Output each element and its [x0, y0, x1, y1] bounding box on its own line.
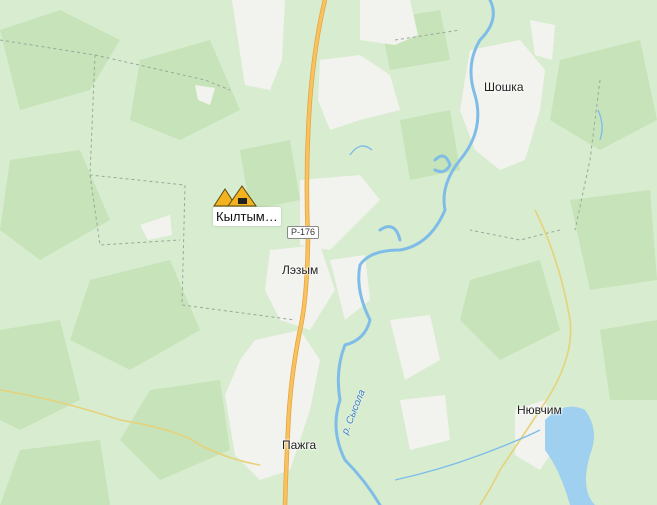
settlement-label-pazhga[interactable]: Пажга — [282, 438, 316, 452]
road-number-shield: Р-176 — [287, 226, 320, 239]
settlement-label-lezym[interactable]: Лэзым — [282, 263, 318, 277]
lake — [545, 406, 595, 505]
settlement-label-shoshka[interactable]: Шошка — [484, 80, 524, 94]
map-base-layer — [0, 0, 657, 505]
settlement-label-nyuvchim[interactable]: Нювчим — [517, 403, 562, 417]
map-canvas[interactable]: Р-176 Кылтым… Шошка Лэзым Пажга Нювчим р… — [0, 0, 657, 505]
poi-label[interactable]: Кылтым… — [213, 207, 281, 226]
